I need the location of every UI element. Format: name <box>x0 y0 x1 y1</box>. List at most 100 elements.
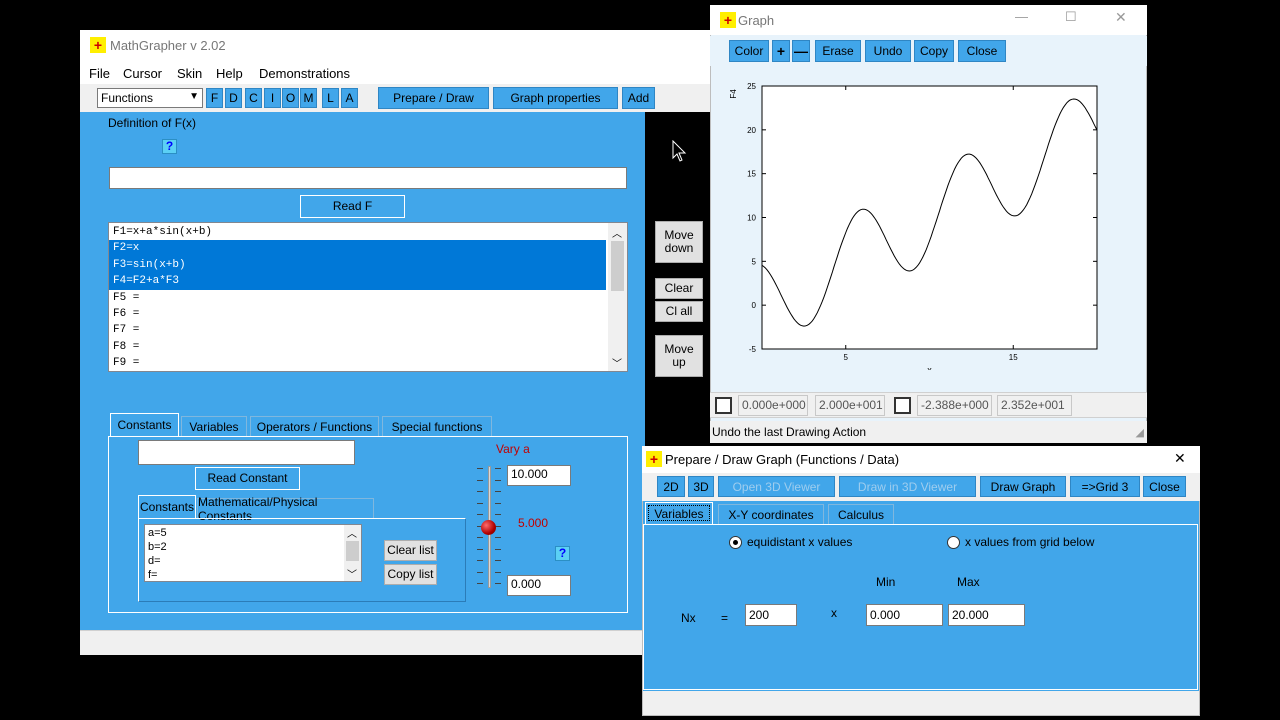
x-range-checkbox[interactable] <box>715 397 732 414</box>
graph-plus-button[interactable]: + <box>772 40 790 62</box>
graph-copy-button[interactable]: Copy <box>914 40 954 62</box>
graph-close-button[interactable]: Close <box>958 40 1006 62</box>
radio-grid[interactable] <box>947 536 960 549</box>
maximize-icon[interactable]: ☐ <box>1065 9 1077 25</box>
letter-button-l[interactable]: L <box>322 88 339 108</box>
slider-tick <box>495 491 501 492</box>
graph-color-button[interactable]: Color <box>729 40 769 62</box>
function-row[interactable]: F7 = <box>109 322 606 338</box>
tab-constants[interactable]: Constants <box>110 413 179 436</box>
menu-help[interactable]: Help <box>216 66 243 81</box>
tab-variables[interactable]: Variables <box>181 416 247 436</box>
xmin-field[interactable]: 0.000e+000 <box>738 395 808 416</box>
prepare-titlebar[interactable]: + Prepare / Draw Graph (Functions / Data… <box>642 446 1200 473</box>
tab-operators-functions[interactable]: Operators / Functions <box>250 416 379 436</box>
clear-list-button[interactable]: Clear list <box>384 540 437 561</box>
constant-row[interactable]: d= <box>148 554 161 568</box>
scroll-up-icon[interactable]: ︿ <box>612 225 622 240</box>
copy-list-button[interactable]: Copy list <box>384 564 437 585</box>
help-icon[interactable]: ? <box>162 139 177 154</box>
scroll-down-icon[interactable]: ﹀ <box>612 355 622 370</box>
close-icon[interactable]: ✕ <box>1174 450 1186 467</box>
graph-undo-button[interactable]: Undo <box>865 40 911 62</box>
constant-row[interactable]: a=5 <box>148 526 167 540</box>
grid3-button[interactable]: =>Grid 3 <box>1070 476 1140 497</box>
scroll-thumb[interactable] <box>611 241 624 291</box>
function-row[interactable]: F1=x+a*sin(x+b) <box>109 224 606 240</box>
function-row[interactable]: F8 = <box>109 339 606 355</box>
scrollbar[interactable]: ︿ ﹀ <box>344 525 361 581</box>
graph-properties-button[interactable]: Graph properties <box>493 87 618 109</box>
vary-max-input[interactable]: 10.000 <box>507 465 571 486</box>
letter-button-d[interactable]: D <box>225 88 242 108</box>
constant-input[interactable] <box>138 440 355 465</box>
read-f-button[interactable]: Read F <box>300 195 405 218</box>
letter-button-i[interactable]: I <box>264 88 281 108</box>
ymax-field[interactable]: 2.352e+001 <box>997 395 1072 416</box>
prepare-close-button[interactable]: Close <box>1143 476 1186 497</box>
open-3d-viewer-button[interactable]: Open 3D Viewer <box>718 476 835 497</box>
2d-button[interactable]: 2D <box>657 476 685 497</box>
constants-list[interactable]: a=5 b=2 d= f= ︿ ﹀ <box>144 524 362 582</box>
tab-calculus[interactable]: Calculus <box>828 504 894 524</box>
mode-select[interactable]: Functions ▼ <box>97 88 203 108</box>
resize-grip-icon[interactable]: ◢ <box>1136 426 1144 439</box>
read-constant-button[interactable]: Read Constant <box>195 467 300 490</box>
help-icon[interactable]: ? <box>555 546 570 561</box>
scroll-thumb[interactable] <box>346 541 359 561</box>
draw-graph-button[interactable]: Draw Graph <box>980 476 1066 497</box>
minimize-icon[interactable]: — <box>1015 9 1028 24</box>
cl-all-button[interactable]: Cl all <box>655 301 703 322</box>
ymin-field[interactable]: -2.388e+000 <box>917 395 992 416</box>
xmax-field[interactable]: 2.000e+001 <box>815 395 885 416</box>
constant-row[interactable]: b=2 <box>148 540 167 554</box>
letter-button-o[interactable]: O <box>282 88 299 108</box>
tab-variables-prep[interactable]: Variables <box>645 502 713 524</box>
letter-button-c[interactable]: C <box>245 88 262 108</box>
function-row[interactable]: F6 = <box>109 306 606 322</box>
letter-button-a[interactable]: A <box>341 88 358 108</box>
subtab-constants[interactable]: Constants <box>138 495 196 518</box>
scroll-down-icon[interactable]: ﹀ <box>347 566 357 581</box>
graph-minus-button[interactable]: — <box>792 40 810 62</box>
nx-input[interactable]: 200 <box>745 604 797 626</box>
tab-special-functions[interactable]: Special functions <box>382 416 492 436</box>
graph-plot-area[interactable]: -5 0 5 10 15 20 25 5 15 x F4 <box>720 70 1135 375</box>
letter-button-m[interactable]: M <box>300 88 317 108</box>
subtab-math-physical-constants[interactable]: Mathematical/Physical Constants <box>197 495 374 523</box>
close-icon[interactable]: ✕ <box>1115 9 1127 26</box>
graph-erase-button[interactable]: Erase <box>815 40 861 62</box>
prepare-draw-button[interactable]: Prepare / Draw <box>378 87 489 109</box>
functions-list[interactable]: F1=x+a*sin(x+b) F2=x F3=sin(x+b) F4=F2+a*F3… <box>108 222 628 372</box>
radio-equidistant[interactable] <box>729 536 742 549</box>
scroll-up-icon[interactable]: ︿ <box>347 525 357 540</box>
menu-demonstrations[interactable]: Demonstrations <box>259 66 350 81</box>
3d-button[interactable]: 3D <box>688 476 714 497</box>
definition-input[interactable] <box>109 167 627 189</box>
function-row[interactable]: F9 = <box>109 355 606 371</box>
clear-button[interactable]: Clear <box>655 278 703 299</box>
max-input[interactable]: 20.000 <box>948 604 1025 626</box>
slider-knob[interactable] <box>481 519 496 535</box>
vary-min-input[interactable]: 0.000 <box>507 575 571 596</box>
draw-in-3d-viewer-button[interactable]: Draw in 3D Viewer <box>839 476 976 497</box>
y-range-checkbox[interactable] <box>894 397 911 414</box>
constant-row[interactable]: f= <box>148 568 157 582</box>
menu-file[interactable]: File <box>89 66 110 81</box>
scrollbar[interactable]: ︿ ﹀ <box>608 223 627 371</box>
main-titlebar[interactable]: + MathGrapher v 2.02 <box>80 30 710 62</box>
add-button[interactable]: Add <box>622 87 655 109</box>
menu-skin[interactable]: Skin <box>177 66 202 81</box>
function-row[interactable]: F4=F2+a*F3 <box>109 273 606 290</box>
move-up-button[interactable]: Move up <box>655 335 703 377</box>
tab-xy-coordinates[interactable]: X-Y coordinates <box>718 504 824 524</box>
graph-titlebar[interactable]: + Graph — ☐ ✕ <box>710 5 1147 35</box>
function-row[interactable]: F3=sin(x+b) <box>109 256 606 274</box>
function-row[interactable]: F2=x <box>109 240 606 257</box>
letter-button-f[interactable]: F <box>206 88 223 108</box>
vary-slider[interactable] <box>477 466 501 590</box>
menu-cursor[interactable]: Cursor <box>123 66 162 81</box>
function-row[interactable]: F5 = <box>109 290 606 306</box>
move-down-button[interactable]: Move down <box>655 221 703 263</box>
min-input[interactable]: 0.000 <box>866 604 943 626</box>
